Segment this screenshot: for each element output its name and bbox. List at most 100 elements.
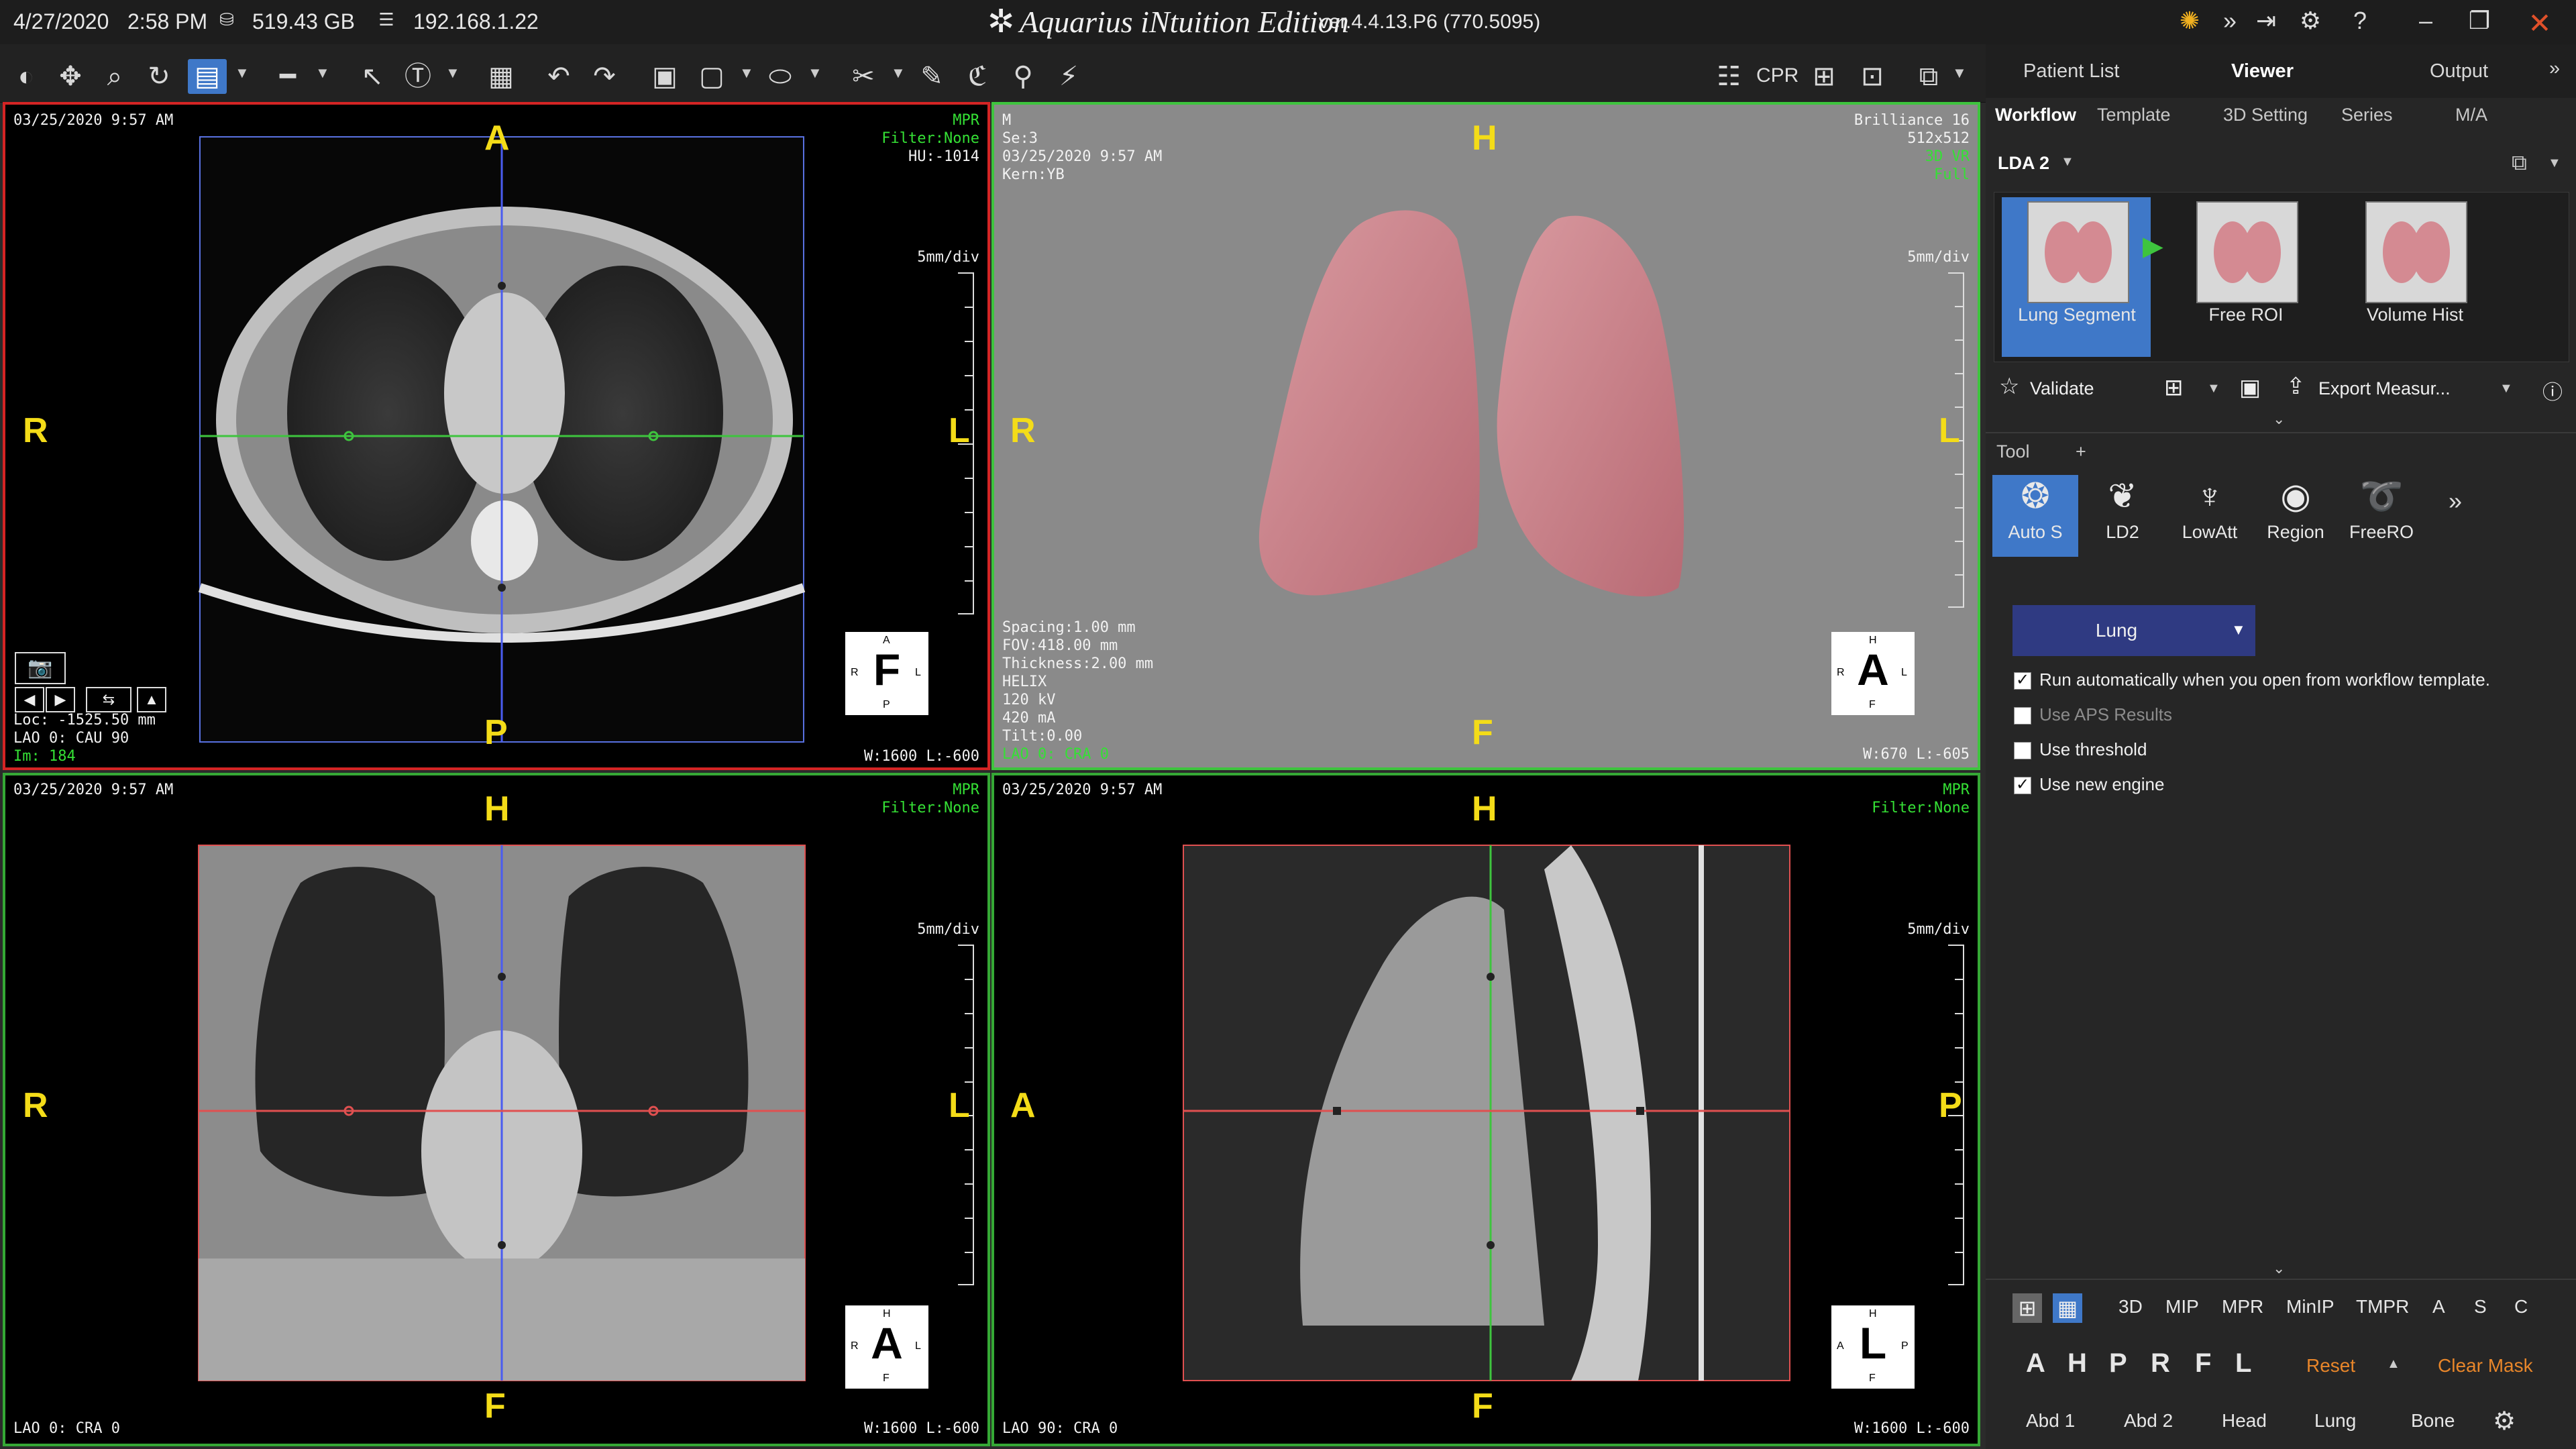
text-annotation-icon[interactable]: Ⓣ (398, 59, 437, 94)
reset-button[interactable]: Reset (2306, 1355, 2355, 1377)
star-icon[interactable]: ☆ (1999, 373, 2019, 400)
sagittal-viewport[interactable]: 03/25/2020 9:57 AM MPR Filter:None 5mm/d… (991, 773, 1980, 1446)
axial-orientation-cube[interactable]: F A P R L (845, 632, 928, 715)
prev-image-icon[interactable]: ◀ (15, 687, 44, 712)
restore-icon[interactable]: ❐ (2463, 7, 2496, 35)
preset-abd1-button[interactable]: Abd 1 (2026, 1410, 2075, 1432)
screen-layout-icon[interactable]: ⧉ (1909, 59, 1948, 94)
close-icon[interactable]: ✕ (2524, 7, 2556, 40)
camera-icon[interactable]: 📷 (15, 652, 66, 684)
pan-icon[interactable]: ✥ (51, 59, 90, 94)
auto-segment-icon[interactable]: ⚡ (1049, 59, 1088, 94)
slab-icon[interactable]: ▤ (188, 59, 227, 94)
preset-settings-icon[interactable]: ⚙ (2493, 1406, 2516, 1436)
magnify-icon[interactable]: ⊡ (1853, 59, 1892, 94)
expand-icon[interactable]: » (2214, 7, 2246, 35)
text-dropdown-icon[interactable]: ▼ (445, 64, 460, 82)
ruler-icon[interactable]: ━ (268, 59, 307, 94)
roi-box-icon[interactable]: ▢ (692, 59, 731, 94)
use-new-engine-checkbox[interactable] (2014, 775, 2031, 794)
render-a-button[interactable]: A (2432, 1296, 2445, 1318)
tool-add-icon[interactable]: + (2076, 441, 2086, 462)
layout-quad-icon[interactable]: ▦ (2053, 1293, 2082, 1323)
info-icon[interactable]: ⓘ (2542, 376, 2563, 405)
ellipse-icon[interactable]: ⬭ (761, 59, 800, 94)
save-icon[interactable]: ▣ (2239, 374, 2261, 401)
sculpt-icon[interactable]: ✂ (844, 59, 883, 94)
tab-3d-setting[interactable]: 3D Setting (2223, 105, 2308, 125)
run-automatically-checkbox[interactable] (2014, 670, 2031, 690)
export-measurement-button[interactable]: Export Measur... (2318, 378, 2451, 399)
preset-bone-button[interactable]: Bone (2411, 1410, 2455, 1432)
coronal-orientation-cube[interactable]: A H F R L (845, 1305, 928, 1389)
list-icon[interactable]: ☷ (1709, 59, 1748, 94)
tab-ma[interactable]: M/A (2455, 105, 2487, 125)
workflow-edit-dropdown-icon[interactable]: ▼ (2548, 156, 2561, 171)
workflow-selector[interactable]: LDA 2 (1998, 153, 2049, 174)
preset-abd2-button[interactable]: Abd 2 (2124, 1410, 2173, 1432)
rotate-icon[interactable]: ↻ (140, 59, 178, 94)
tool-ld2[interactable]: ❦ LD2 (2080, 475, 2165, 557)
export-icon[interactable]: ⇪ (2286, 373, 2306, 400)
reset-dropdown-icon[interactable]: ▲ (2387, 1356, 2400, 1372)
tool-region[interactable]: ◉ Region (2253, 475, 2339, 557)
color-map-icon[interactable]: ▣ (645, 59, 684, 94)
window-level-icon[interactable]: ◐ (7, 59, 46, 94)
tab-patient-list[interactable]: Patient List (2023, 60, 2119, 83)
clear-mask-button[interactable]: Clear Mask (2438, 1355, 2533, 1377)
preset-head-button[interactable]: Head (2222, 1410, 2267, 1432)
eject-icon[interactable]: ▲ (137, 687, 166, 712)
cine-loop-icon[interactable]: ⇆ (86, 687, 131, 712)
probe-icon[interactable]: ⚲ (1004, 59, 1042, 94)
panel-expand-icon[interactable]: » (2549, 58, 2560, 80)
tab-viewer[interactable]: Viewer (2231, 60, 2294, 83)
crosshair-icon[interactable]: ⊞ (1805, 59, 1843, 94)
orient-r-button[interactable]: R (2151, 1348, 2170, 1379)
render-tmpr-button[interactable]: TMPR (2356, 1296, 2409, 1318)
ruler-dropdown-icon[interactable]: ▼ (315, 64, 330, 82)
ellipse-dropdown-icon[interactable]: ▼ (808, 64, 822, 82)
orient-f-button[interactable]: F (2195, 1348, 2211, 1379)
gear-icon[interactable]: ⚙ (2294, 7, 2326, 35)
next-image-icon[interactable]: ▶ (46, 687, 75, 712)
layout-single-icon[interactable]: ⊞ (2012, 1293, 2042, 1323)
render-mpr-button[interactable]: MPR (2222, 1296, 2263, 1318)
help-icon[interactable]: ? (2344, 7, 2376, 35)
undo-icon[interactable]: ↶ (539, 59, 578, 94)
sculpt-dropdown-icon[interactable]: ▼ (891, 64, 906, 82)
tools-more-icon[interactable]: » (2449, 487, 2462, 515)
preset-lung-button[interactable]: Lung (2314, 1410, 2356, 1432)
tool-auto-s[interactable]: ❂ Auto S (1992, 475, 2078, 557)
tab-workflow[interactable]: Workflow (1995, 105, 2076, 125)
workflow-edit-icon[interactable]: ⧉ (2512, 150, 2527, 176)
tab-template[interactable]: Template (2097, 105, 2171, 125)
sagittal-orientation-cube[interactable]: L H F A P (1831, 1305, 1915, 1389)
volume-viewport[interactable]: M Se:3 03/25/2020 9:57 AM Kern:YB Brilli… (991, 102, 1980, 770)
export-dropdown-icon[interactable]: ▼ (2500, 381, 2513, 396)
orient-l-button[interactable]: L (2235, 1348, 2251, 1379)
lung-select[interactable]: Lung ▼ (2012, 605, 2255, 656)
coronal-viewport[interactable]: 03/25/2020 9:57 AM MPR Filter:None 5mm/d… (3, 773, 990, 1446)
logout-icon[interactable]: ⇥ (2250, 7, 2282, 35)
orient-a-button[interactable]: A (2026, 1348, 2045, 1379)
vessel-icon[interactable]: ℭ (958, 59, 997, 94)
workflow-dropdown-icon[interactable]: ▼ (2061, 154, 2074, 170)
render-s-button[interactable]: S (2474, 1296, 2487, 1318)
add-icon[interactable]: ⊞ (2164, 374, 2184, 401)
lung-select-dropdown-icon[interactable]: ▼ (2231, 621, 2246, 639)
layout-grid-icon[interactable]: ▦ (482, 59, 521, 94)
step-play-icon[interactable]: ▶ (2143, 231, 2163, 262)
free-roi-thumbnail[interactable] (2196, 201, 2298, 303)
render-minip-button[interactable]: MinIP (2286, 1296, 2334, 1318)
use-aps-checkbox[interactable] (2014, 707, 2031, 724)
cpr-button[interactable]: CPR (1756, 64, 1799, 87)
sun-icon[interactable]: ✺ (2174, 7, 2206, 35)
zoom-icon[interactable]: ⌕ (95, 59, 134, 94)
slab-dropdown-icon[interactable]: ▼ (235, 64, 250, 82)
render-mip-button[interactable]: MIP (2165, 1296, 2199, 1318)
brush-icon[interactable]: ✎ (912, 59, 951, 94)
collapse-icon[interactable]: ⌄ (2273, 411, 2285, 428)
add-dropdown-icon[interactable]: ▼ (2207, 381, 2220, 396)
use-threshold-checkbox[interactable] (2014, 742, 2031, 759)
render-3d-button[interactable]: 3D (2118, 1296, 2143, 1318)
